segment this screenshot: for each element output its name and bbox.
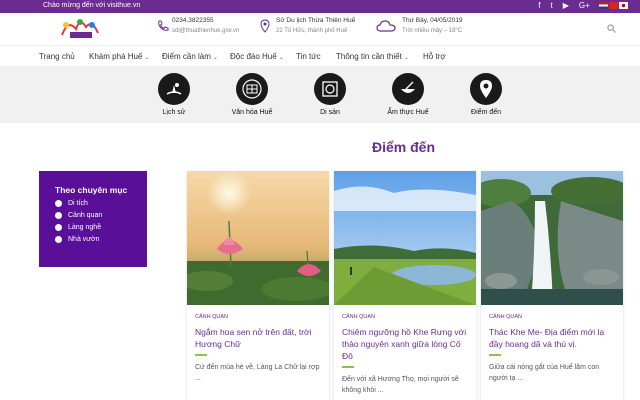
category-history[interactable]: Lịch sử <box>144 73 204 116</box>
divider <box>489 354 501 356</box>
category-band: Lịch sử Văn hóa Huế Di sản Ẩm thực Huế Đ… <box>0 67 640 123</box>
top-bar: Chào mừng đến với visithue.vn f t ▶ G+ i… <box>0 0 640 13</box>
card-description: Cứ đến mùa hè về, Làng La Chữ lại rợp ..… <box>195 364 320 382</box>
category-destinations[interactable]: Điểm đến <box>456 73 516 116</box>
office-address: 22 Tố Hữu, thành phố Huế <box>276 28 348 34</box>
twitter-icon[interactable]: t <box>550 1 552 10</box>
card-title[interactable]: Ngắm hoa sen nở trên đất, trời Hương Chữ <box>195 326 323 350</box>
card-description: Giữa cái nóng gắt của Huế lâm con người … <box>489 364 600 382</box>
divider <box>342 366 354 368</box>
radio-button[interactable] <box>55 224 62 231</box>
lake-image[interactable] <box>334 171 476 305</box>
destination-card[interactable]: CẢNH QUAN Ngắm hoa sen nở trên đất, trời… <box>181 171 333 400</box>
office-name: Sở Du lịch Thừa Thiên Huế <box>276 17 356 24</box>
search-icon[interactable] <box>607 24 616 33</box>
category-heritage[interactable]: Di sản <box>300 73 360 116</box>
chevron-down-icon: ⌄ <box>278 55 284 61</box>
culture-icon <box>236 73 268 105</box>
cloud-icon <box>376 20 396 32</box>
sidebar-item-relics[interactable]: Di tích <box>55 200 131 207</box>
sidebar-item-landscape[interactable]: Cảnh quan <box>55 212 131 219</box>
category-label: Di sản <box>320 109 340 116</box>
card-category[interactable]: CẢNH QUAN <box>489 314 522 320</box>
nav-item-essential-info[interactable]: Thông tin cần thiết ⌄ <box>336 52 409 61</box>
location-pin-icon <box>470 73 502 105</box>
weather-status: Trời nhiều mây – 18°C <box>402 28 463 34</box>
category-label: Văn hóa Huế <box>231 109 273 116</box>
waterfall-image[interactable] <box>471 171 631 305</box>
main-nav: Trang chủ Khám phá Huế ⌄ Điểm cần làm ⌄ Độ… <box>0 45 640 67</box>
chevron-down-icon: ⌄ <box>144 55 150 61</box>
weather-info: Thứ Bảy, 04/05/2019 Trời nhiều mây – 18°… <box>402 17 463 34</box>
location-icon <box>260 19 270 33</box>
office-info: Sở Du lịch Thừa Thiên Huế 22 Tố Hữu, thà… <box>276 17 355 34</box>
sidebar-item-craft-village[interactable]: Làng nghề <box>55 224 131 231</box>
radio-button[interactable] <box>55 236 62 243</box>
radio-button[interactable] <box>55 200 62 207</box>
lotus-image[interactable] <box>181 171 333 305</box>
card-category[interactable]: CẢNH QUAN <box>195 314 228 320</box>
heritage-icon <box>314 73 346 105</box>
vietnamese-flag-icon[interactable] <box>609 2 618 9</box>
destination-card[interactable]: CẢNH QUAN Thác Khe Me- Địa điểm mới lạ đ… <box>471 171 631 400</box>
destination-card[interactable]: CẢNH QUAN Chiêm ngưỡng hồ Khe Rưng với t… <box>334 171 476 400</box>
nav-item-news[interactable]: Tin tức <box>296 52 321 61</box>
japanese-flag-icon[interactable] <box>619 2 628 9</box>
site-header: 0234.3822355 sdl@thuathienhue.gov.vn Sở … <box>0 13 640 43</box>
nav-item-support[interactable]: Hỗ trợ <box>423 52 446 61</box>
card-title[interactable]: Thác Khe Me- Địa điểm mới lạ đầy hoang d… <box>489 326 617 350</box>
nav-item-things-to-do[interactable]: Điểm cần làm ⌄ <box>162 52 218 61</box>
google-plus-icon[interactable]: G+ <box>579 1 590 10</box>
welcome-text: Chào mừng đến với visithue.vn <box>43 2 141 9</box>
cuisine-icon <box>392 73 424 105</box>
contact-info: 0234.3822355 sdl@thuathienhue.gov.vn <box>172 17 239 34</box>
english-flag-icon[interactable] <box>599 2 608 9</box>
chevron-down-icon: ⌄ <box>403 55 409 61</box>
category-label: Lịch sử <box>162 109 186 116</box>
nav-item-explore[interactable]: Khám phá Huế ⌄ <box>89 52 149 61</box>
phone-number[interactable]: 0234.3822355 <box>172 17 239 24</box>
language-flags <box>599 2 628 9</box>
visithue-logo[interactable] <box>56 15 104 41</box>
current-date: Thứ Bảy, 04/05/2019 <box>402 17 463 24</box>
radio-button[interactable] <box>55 212 62 219</box>
youtube-icon[interactable]: ▶ <box>563 1 569 10</box>
page-title: Điểm đến <box>372 139 436 155</box>
category-label: Ẩm thực Huế <box>387 109 429 116</box>
card-title[interactable]: Chiêm ngưỡng hồ Khe Rưng với thảo nguyên… <box>342 326 470 362</box>
facebook-icon[interactable]: f <box>538 1 540 10</box>
social-links: f t ▶ G+ in <box>538 1 606 10</box>
nav-item-home[interactable]: Trang chủ <box>39 52 75 61</box>
email-address[interactable]: sdl@thuathienhue.gov.vn <box>172 28 239 34</box>
category-label: Điểm đến <box>471 109 501 116</box>
sidebar-item-garden-house[interactable]: Nhà vườn <box>55 236 131 243</box>
divider <box>195 354 207 356</box>
sidebar-title: Theo chuyên mục <box>55 185 128 195</box>
nav-item-unique-hue[interactable]: Độc đáo Huế ⌄ <box>230 52 284 61</box>
chevron-down-icon: ⌄ <box>212 55 218 61</box>
history-icon <box>158 73 190 105</box>
card-description: Đến với xã Hương Thọ, mọi người sẽ không… <box>342 376 459 394</box>
category-filter-sidebar: Theo chuyên mục Di tích Cảnh quan Làng n… <box>39 171 147 267</box>
phone-icon <box>158 20 169 31</box>
card-category[interactable]: CẢNH QUAN <box>342 314 375 320</box>
category-cuisine[interactable]: Ẩm thực Huế <box>378 73 438 116</box>
category-culture[interactable]: Văn hóa Huế <box>222 73 282 116</box>
